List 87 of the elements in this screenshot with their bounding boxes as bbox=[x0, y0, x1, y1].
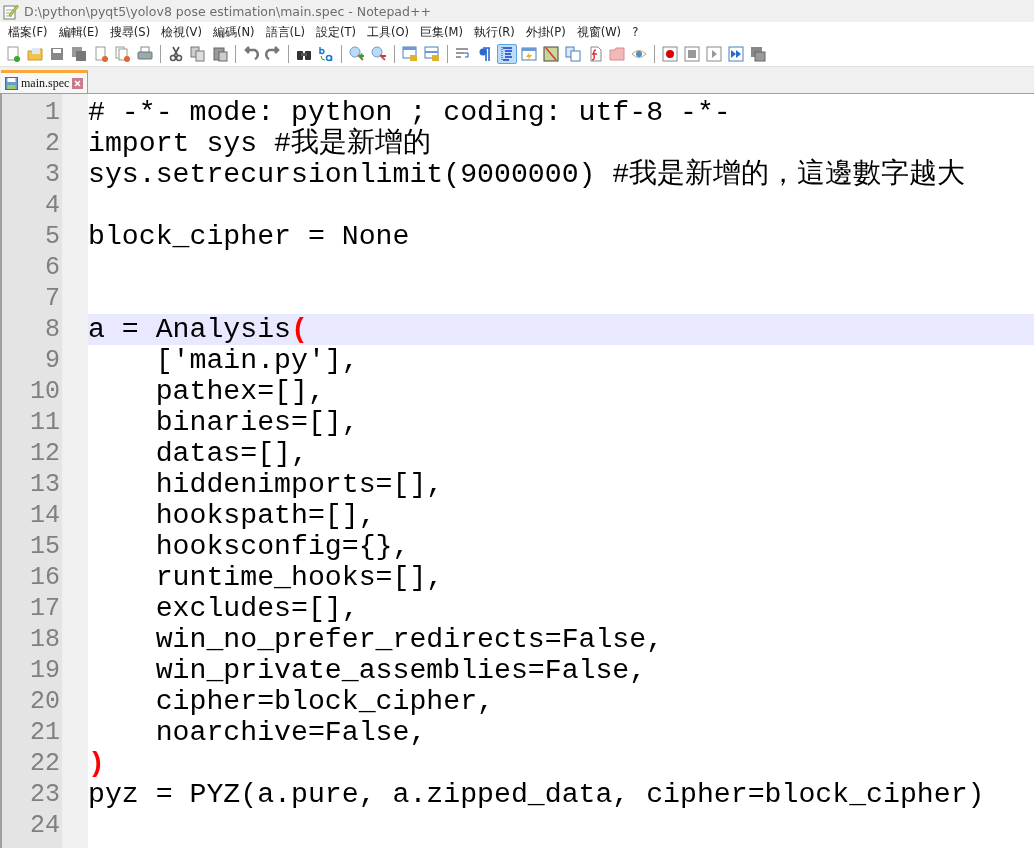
line-number: 15 bbox=[29, 531, 60, 562]
code-text: hookspath=[], bbox=[154, 500, 376, 531]
new-file-icon bbox=[5, 46, 21, 62]
close-file-icon bbox=[93, 46, 109, 62]
code-text: pathex=[], bbox=[154, 376, 325, 407]
printer-icon bbox=[137, 46, 153, 62]
code-text: pyz = PYZ(a.pure, a.zipped_data, cipher=block_cipher) bbox=[88, 779, 985, 810]
code-text: binaries=[], bbox=[154, 407, 359, 438]
menu-item[interactable]: 設定(T) bbox=[309, 24, 361, 40]
paste-icon bbox=[212, 46, 228, 62]
pilcrow-icon bbox=[477, 46, 493, 62]
code-text: ['main.py'], bbox=[154, 345, 359, 376]
line-number: 5 bbox=[44, 221, 60, 252]
code-text: win_private_assemblies=False, bbox=[154, 655, 647, 686]
line-number: 14 bbox=[29, 500, 60, 531]
menu-item[interactable]: 語言(L) bbox=[259, 24, 310, 40]
line-number: 4 bbox=[44, 190, 60, 221]
line-number: 19 bbox=[29, 655, 60, 686]
play-icon bbox=[706, 46, 722, 62]
line-number: 10 bbox=[29, 376, 60, 407]
code-text: runtime_hooks=[], bbox=[154, 562, 444, 593]
line-number: 2 bbox=[44, 128, 60, 159]
close-files-icon bbox=[115, 46, 131, 62]
window-lightning-icon bbox=[521, 46, 537, 62]
line-number: 1 bbox=[44, 97, 60, 128]
line-number: 21 bbox=[29, 717, 60, 748]
line-number: 18 bbox=[29, 624, 60, 655]
code-text: noarchive=False, bbox=[154, 717, 427, 748]
scissors-icon bbox=[168, 46, 184, 62]
documents-icon bbox=[565, 46, 581, 62]
code-text: datas=[], bbox=[154, 438, 308, 469]
line-number: 9 bbox=[44, 345, 60, 376]
code-text: win_no_prefer_redirects=False, bbox=[154, 624, 664, 655]
menu-item[interactable]: 檢視(V) bbox=[155, 24, 207, 40]
indent-guide-icon bbox=[499, 46, 515, 62]
matched-brace: ( bbox=[291, 314, 308, 345]
record-icon bbox=[662, 46, 678, 62]
menu-item[interactable]: 外掛(P) bbox=[519, 24, 571, 40]
line-number: 8 bbox=[44, 314, 60, 345]
menu-item[interactable]: ? bbox=[626, 25, 644, 39]
line-number: 6 bbox=[44, 252, 60, 283]
menu-item[interactable]: 工具(O) bbox=[360, 24, 414, 40]
line-number: 11 bbox=[29, 407, 60, 438]
matched-brace: ) bbox=[88, 748, 105, 779]
stop-icon bbox=[684, 46, 700, 62]
zoom-in-icon bbox=[349, 46, 365, 62]
code-text: hooksconfig={}, bbox=[154, 531, 410, 562]
redo-icon bbox=[265, 46, 281, 62]
code-text: sys.setrecursionlimit(9000000) #我是新增的，這邊數字越大 bbox=[88, 159, 966, 190]
menu-item[interactable]: 編輯(E) bbox=[52, 24, 104, 40]
close-icon[interactable] bbox=[72, 77, 84, 89]
replace-icon bbox=[318, 46, 334, 62]
line-number: 13 bbox=[29, 469, 60, 500]
map-icon bbox=[543, 46, 559, 62]
undo-icon bbox=[243, 46, 259, 62]
code-text: # -*- mode: python ; coding: utf-8 -*- bbox=[88, 97, 731, 128]
line-number: 20 bbox=[29, 686, 60, 717]
code-text: block_cipher = None bbox=[88, 221, 410, 252]
fast-forward-icon bbox=[728, 46, 744, 62]
window-title: D:\python\pyqt5\yolov8 pose estimation\main.spec - Notepad++ bbox=[24, 3, 431, 19]
folder-icon bbox=[609, 46, 625, 62]
line-number: 16 bbox=[29, 562, 60, 593]
code-text: excludes=[], bbox=[154, 593, 359, 624]
menu-item[interactable]: 巨集(M) bbox=[413, 24, 468, 40]
code-text: hiddenimports=[], bbox=[154, 469, 444, 500]
floppy-disks-icon bbox=[71, 46, 87, 62]
line-number: 24 bbox=[29, 810, 60, 841]
line-number: 3 bbox=[44, 159, 60, 190]
line-number: 12 bbox=[29, 438, 60, 469]
menu-item[interactable]: 執行(R) bbox=[467, 24, 520, 40]
copy-icon bbox=[190, 46, 206, 62]
line-number: 7 bbox=[44, 283, 60, 314]
menu-item[interactable]: 檔案(F) bbox=[2, 24, 53, 40]
function-list-icon bbox=[587, 46, 603, 62]
line-number: 22 bbox=[29, 748, 60, 779]
line-number: 23 bbox=[29, 779, 60, 810]
file-tab[interactable]: main.spec bbox=[1, 70, 89, 93]
code-text: a = Analysis bbox=[88, 314, 291, 345]
code-text: import sys #我是新增的 bbox=[88, 128, 431, 159]
folder-icon bbox=[27, 46, 43, 62]
code-text: cipher=block_cipher, bbox=[154, 686, 494, 717]
line-number: 17 bbox=[29, 593, 60, 624]
menu-item[interactable]: 編碼(N) bbox=[206, 24, 260, 40]
zoom-out-icon bbox=[371, 46, 387, 62]
menu-item[interactable]: 搜尋(S) bbox=[103, 24, 156, 40]
notepad-icon bbox=[3, 2, 19, 20]
menu-item[interactable]: 視窗(W) bbox=[570, 24, 627, 40]
